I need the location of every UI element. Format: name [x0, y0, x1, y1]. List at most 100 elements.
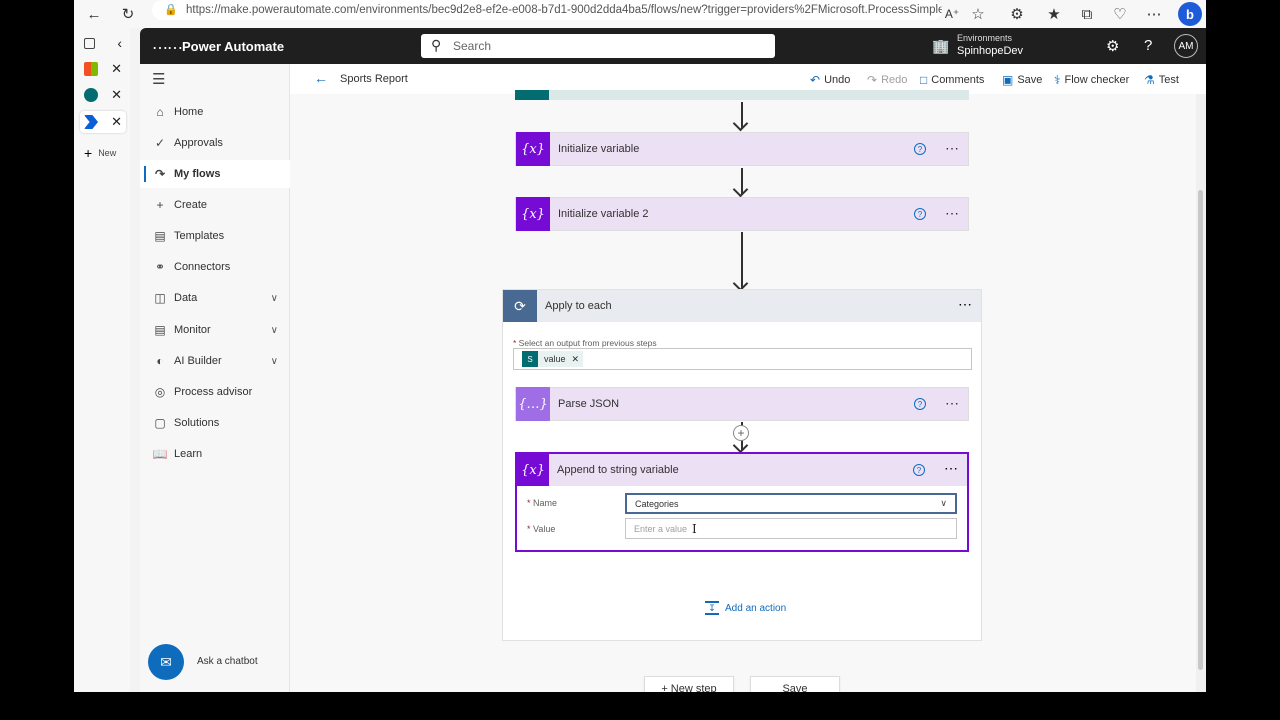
parse-json-icon: {…}	[516, 387, 550, 421]
close-tab-icon[interactable]: ✕	[111, 87, 122, 103]
avatar[interactable]: AM	[1174, 34, 1198, 58]
help-icon[interactable]: ?	[914, 208, 926, 220]
apply-to-each-header[interactable]: ⟳ Apply to each ⋯	[503, 290, 981, 322]
plus-icon: +	[84, 145, 93, 161]
nav-item-label: Process advisor	[174, 386, 253, 398]
tab-actions-icon	[84, 37, 95, 49]
nav-item-monitor[interactable]: ▤ Monitor ∨	[140, 316, 290, 344]
new-tab-button[interactable]: + New	[80, 142, 126, 164]
redo-button[interactable]: ↷ Redo	[867, 73, 907, 87]
output-token-input[interactable]: S value ✕	[513, 348, 972, 370]
tab-power-automate[interactable]: ✕	[80, 111, 126, 133]
value-token[interactable]: S value ✕	[522, 351, 584, 367]
settings-gear-icon[interactable]: ⚙	[1106, 37, 1119, 55]
nav-item-connectors[interactable]: ⚭ Connectors	[140, 253, 290, 281]
test-button[interactable]: ⚗ Test	[1144, 73, 1179, 87]
refresh-icon[interactable]: ↻	[118, 4, 138, 24]
app-brand[interactable]: Power Automate	[182, 39, 284, 54]
nav-item-process-advisor[interactable]: ◎ Process advisor	[140, 378, 290, 406]
more-options-icon[interactable]: ⋯	[945, 205, 960, 222]
value-field-label: * Value	[527, 524, 556, 534]
loop-title: Apply to each	[545, 300, 612, 312]
flow-checker-button[interactable]: ⚕ Flow checker	[1054, 73, 1129, 87]
hamburger-menu-icon[interactable]: ☰	[152, 70, 165, 88]
undo-button[interactable]: ↶ Undo	[810, 73, 850, 87]
name-label-text: Name	[533, 498, 558, 508]
save-button[interactable]: ▣ Save	[1002, 73, 1042, 87]
chatbot-label[interactable]: Ask a chatbot	[197, 656, 258, 667]
chevron-down-icon[interactable]: ∨	[271, 293, 278, 304]
nav-item-templates[interactable]: ▤ Templates	[140, 222, 290, 250]
redo-label: Redo	[881, 74, 908, 86]
environment-label[interactable]: Environments	[957, 33, 1012, 43]
more-options-icon[interactable]: ⋯	[945, 395, 960, 412]
more-icon[interactable]: ⋯	[1144, 4, 1164, 24]
help-icon[interactable]: ?	[1144, 37, 1152, 54]
nav-item-label: Solutions	[174, 417, 220, 429]
add-an-action-button[interactable]: ↧ Add an action	[705, 601, 786, 615]
chevron-down-icon[interactable]: ∨	[271, 325, 278, 336]
nav-item-ai-builder[interactable]: ◐ AI Builder ∨	[140, 347, 290, 375]
close-tab-icon[interactable]: ✕	[111, 114, 122, 130]
address-bar[interactable]: 🔒 https://make.powerautomate.com/environ…	[152, 0, 942, 20]
extensions-icon[interactable]: ⚙	[1007, 4, 1027, 24]
learn-icon: 📖	[152, 447, 168, 461]
sharepoint-icon: S	[522, 351, 538, 367]
nav-item-create[interactable]: + Create	[140, 191, 290, 219]
tab-microsoft[interactable]: ✕	[80, 58, 126, 80]
insert-step-icon[interactable]: +	[733, 425, 749, 441]
text-cursor-icon: I	[692, 522, 697, 536]
read-aloud-icon[interactable]: A⁺	[942, 4, 962, 24]
nav-item-my-flows[interactable]: ↷ My flows	[140, 160, 290, 188]
canvas-scrollbar[interactable]	[1196, 94, 1206, 692]
nav-item-label: Monitor	[174, 324, 211, 336]
nav-item-approvals[interactable]: ✓ Approvals	[140, 129, 290, 157]
tab-actions[interactable]: ‹	[80, 32, 126, 54]
name-dropdown[interactable]: Categories ∨	[625, 493, 957, 514]
more-options-icon[interactable]: ⋯	[944, 460, 959, 477]
favorite-star-icon[interactable]: ☆	[968, 4, 988, 24]
trigger-card[interactable]	[515, 90, 969, 100]
collections-icon[interactable]: ⧉	[1077, 4, 1097, 24]
search-placeholder: Search	[453, 39, 492, 53]
connector-arrow	[741, 232, 743, 288]
remove-token-icon[interactable]: ✕	[572, 354, 580, 365]
back-arrow-icon[interactable]: ←	[314, 70, 328, 86]
parse-json-card[interactable]: {…} Parse JSON ? ⋯	[515, 387, 969, 421]
append-card-header[interactable]: {x} Append to string variable ? ⋯	[517, 454, 967, 486]
help-icon[interactable]: ?	[914, 143, 926, 155]
chevron-down-icon[interactable]: ∨	[271, 356, 278, 367]
canvas-save-button[interactable]: Save	[750, 676, 840, 692]
initialize-variable-2-card[interactable]: {x} Initialize variable 2 ? ⋯	[515, 197, 969, 231]
trigger-icon	[515, 90, 549, 100]
nav-item-solutions[interactable]: ▢ Solutions	[140, 409, 290, 437]
more-options-icon[interactable]: ⋯	[958, 296, 973, 313]
chatbot-button[interactable]: ✉	[148, 644, 184, 680]
nav-item-label: My flows	[174, 168, 221, 180]
favorites-icon[interactable]: ★	[1044, 4, 1064, 24]
close-tab-icon[interactable]: ✕	[111, 61, 122, 77]
comments-button[interactable]: □ Comments	[920, 73, 984, 87]
nav-item-home[interactable]: ⌂ Home	[140, 98, 290, 126]
copilot-icon[interactable]: b	[1178, 2, 1202, 26]
initialize-variable-card[interactable]: {x} Initialize variable ? ⋯	[515, 132, 969, 166]
nav-item-learn[interactable]: 📖 Learn	[140, 440, 290, 468]
back-icon[interactable]: ←	[84, 4, 104, 24]
collapse-icon[interactable]: ‹	[117, 35, 122, 51]
tab-sharepoint[interactable]: ✕	[80, 84, 126, 106]
help-icon[interactable]: ?	[914, 398, 926, 410]
browser-essentials-icon[interactable]: ♡	[1110, 4, 1130, 24]
value-input[interactable]: Enter a value I	[625, 518, 957, 539]
scrollbar-thumb[interactable]	[1198, 190, 1203, 670]
new-step-button[interactable]: + New step	[644, 676, 734, 692]
nav-item-label: Approvals	[174, 137, 223, 149]
loop-icon: ⟳	[503, 290, 537, 322]
browser-toolbar: ← ↻ 🔒 https://make.powerautomate.com/env…	[74, 0, 1206, 28]
environment-name[interactable]: SpinhopeDev	[957, 45, 1023, 57]
more-options-icon[interactable]: ⋯	[945, 140, 960, 157]
app-header: ⋯⋯ Power Automate ⚲ Search 🏢 Environment…	[140, 28, 1206, 64]
help-icon[interactable]: ?	[913, 464, 925, 476]
app-launcher-icon[interactable]: ⋯⋯	[152, 38, 183, 58]
search-box[interactable]: ⚲ Search	[421, 34, 775, 58]
nav-item-data[interactable]: ◫ Data ∨	[140, 284, 290, 312]
